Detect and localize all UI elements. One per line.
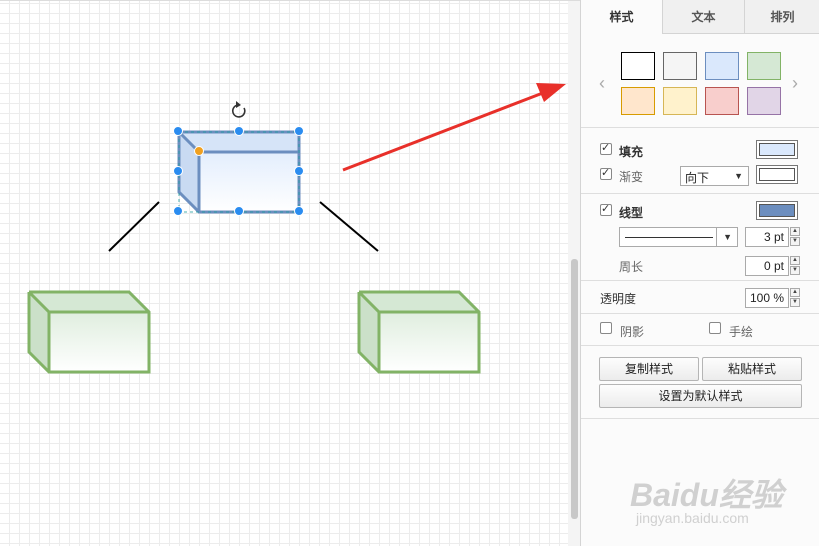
swatch-next-icon[interactable]: › — [792, 74, 798, 92]
increment-icon[interactable]: ▲ — [790, 288, 800, 297]
fill-checkbox[interactable] — [600, 141, 612, 155]
line-width-input[interactable]: 3 pt — [745, 227, 789, 247]
line-checkbox[interactable] — [600, 202, 612, 216]
line-color-swatch — [759, 204, 795, 217]
fill-color-button[interactable] — [756, 140, 798, 159]
line-pattern-select[interactable]: ▼ — [619, 227, 738, 247]
perimeter-stepper[interactable]: 0 pt ▲ ▼ — [745, 256, 801, 276]
style-swatch[interactable] — [747, 52, 781, 80]
gradient-label: 渐变 — [619, 170, 644, 184]
green-cube-left[interactable] — [27, 290, 151, 374]
fill-label: 填充 — [619, 145, 644, 159]
line-color-button[interactable] — [756, 201, 798, 220]
style-swatch[interactable] — [621, 87, 655, 115]
baidu-watermark-url: jingyan.baidu.com — [636, 510, 749, 526]
canvas-drawing[interactable] — [0, 1, 580, 546]
decrement-icon[interactable]: ▼ — [790, 266, 800, 275]
tab-text[interactable]: 文本 — [662, 0, 744, 34]
opacity-input[interactable]: 100 % — [745, 288, 789, 308]
select-divider — [716, 228, 717, 246]
rotate-handle-icon[interactable] — [231, 101, 246, 118]
divider — [581, 313, 819, 314]
increment-icon[interactable]: ▲ — [790, 227, 800, 236]
increment-icon[interactable]: ▲ — [790, 256, 800, 265]
selected-cube-shape[interactable] — [177, 130, 301, 214]
style-swatch[interactable] — [663, 52, 697, 80]
chevron-down-icon: ▼ — [723, 232, 732, 242]
style-swatch[interactable] — [621, 52, 655, 80]
gradient-checkbox[interactable] — [600, 166, 612, 180]
shadow-checkbox[interactable] — [600, 322, 612, 334]
solid-line-pattern-icon — [625, 237, 713, 238]
style-swatch[interactable] — [663, 87, 697, 115]
green-cube-right[interactable] — [357, 290, 481, 374]
sketch-label: 手绘 — [729, 325, 754, 339]
swatch-prev-icon[interactable]: ‹ — [599, 74, 605, 92]
connector-left[interactable] — [108, 201, 160, 252]
copy-style-button[interactable]: 复制样式 — [599, 357, 699, 381]
decrement-icon[interactable]: ▼ — [790, 237, 800, 246]
line-width-stepper[interactable]: 3 pt ▲ ▼ — [745, 227, 801, 247]
style-swatch[interactable] — [705, 52, 739, 80]
paste-style-button[interactable]: 粘贴样式 — [702, 357, 802, 381]
style-swatch[interactable] — [705, 87, 739, 115]
chevron-down-icon: ▼ — [734, 171, 743, 181]
opacity-stepper[interactable]: 100 % ▲ ▼ — [745, 288, 801, 308]
drawing-canvas[interactable] — [0, 0, 580, 546]
set-default-style-button[interactable]: 设置为默认样式 — [599, 384, 802, 408]
connector-right[interactable] — [319, 201, 379, 252]
tab-arrange[interactable]: 排列 — [744, 0, 819, 34]
perimeter-label: 周长 — [619, 260, 644, 274]
vertical-scrollbar-thumb[interactable] — [571, 259, 578, 519]
format-tabs: 样式 文本 排列 — [581, 0, 819, 34]
divider — [581, 193, 819, 194]
divider — [581, 345, 819, 346]
fill-color-swatch — [759, 143, 795, 156]
opacity-label: 透明度 — [600, 292, 637, 306]
divider — [581, 418, 819, 419]
divider — [581, 127, 819, 128]
decrement-icon[interactable]: ▼ — [790, 298, 800, 307]
perimeter-input[interactable]: 0 pt — [745, 256, 789, 276]
shadow-label: 阴影 — [620, 325, 645, 339]
gradient-direction-select[interactable]: 向下 ▼ — [680, 166, 749, 186]
sketch-checkbox[interactable] — [709, 322, 721, 334]
tab-style[interactable]: 样式 — [581, 0, 662, 34]
line-label: 线型 — [619, 206, 644, 220]
format-panel: 样式 文本 排列 ‹ › 填充 渐变 向下 ▼ 线型 ▼ 3 pt ▲ ▼ 周长… — [580, 0, 819, 546]
divider — [581, 280, 819, 281]
gradient-color-swatch — [759, 168, 795, 181]
gradient-color-button[interactable] — [756, 165, 798, 184]
gradient-direction-value: 向下 — [685, 171, 710, 185]
style-swatch[interactable] — [747, 87, 781, 115]
shape-depth-handle[interactable] — [194, 146, 204, 156]
